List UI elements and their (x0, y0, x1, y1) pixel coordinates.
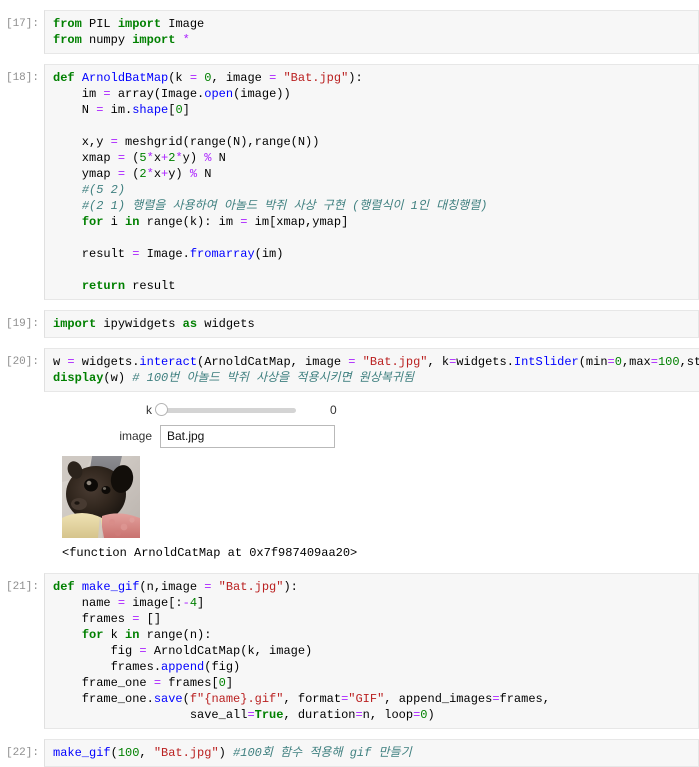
cell-spacer (0, 338, 699, 348)
cell-prompt-19: [19]: (5, 318, 39, 330)
cell-prompt-22: [22]: (5, 747, 39, 759)
widget-output-area: k 0 image Bat.jpg <function ArnoldCatMap… (44, 392, 699, 563)
slider-handle[interactable] (155, 402, 168, 416)
cell-input-18[interactable]: def ArnoldBatMap(k = 0, image = "Bat.jpg… (44, 64, 699, 300)
function-repr-output: <function ArnoldCatMap at 0x7f987409aa20… (62, 546, 358, 560)
cell-spacer (0, 563, 699, 573)
cell-spacer (0, 300, 699, 310)
notebook-cell-19[interactable]: [19]: import ipywidgets as widgets (0, 310, 699, 338)
code-block-21[interactable]: def make_gif(n,image = "Bat.jpg"): name … (53, 579, 692, 723)
cell-input-17[interactable]: from PIL import Image from numpy import … (44, 10, 699, 54)
notebook-cell-20[interactable]: [20]: w = widgets.interact(ArnoldCatMap,… (0, 348, 699, 392)
slider-track[interactable] (155, 402, 296, 416)
output-prompt-spacer (0, 392, 44, 398)
slider-widget-row[interactable]: k 0 (66, 398, 693, 422)
cell-input-21[interactable]: def make_gif(n,image = "Bat.jpg"): name … (44, 573, 699, 729)
slider-value: 0 (330, 403, 337, 417)
cell-input-20[interactable]: w = widgets.interact(ArnoldCatMap, image… (44, 348, 699, 392)
slider-label: k (146, 403, 152, 417)
notebook-cell-17[interactable]: [17]: from PIL import Image from numpy i… (0, 10, 699, 54)
notebook-container: [17]: from PIL import Image from numpy i… (0, 0, 699, 767)
text-widget-row[interactable]: image Bat.jpg (66, 424, 693, 448)
code-block-19[interactable]: import ipywidgets as widgets (53, 316, 692, 332)
cell-spacer (0, 54, 699, 64)
cell-prompt-17: [17]: (5, 18, 39, 30)
code-block-18[interactable]: def ArnoldBatMap(k = 0, image = "Bat.jpg… (53, 70, 692, 294)
notebook-cell-21[interactable]: [21]: def make_gif(n,image = "Bat.jpg"):… (0, 573, 699, 729)
code-block-22[interactable]: make_gif(100, "Bat.jpg") #100회 함수 적용해 gi… (53, 745, 692, 761)
text-field-label: image (119, 429, 152, 443)
cell-prompt-20: [20]: (5, 356, 39, 368)
cell-prompt-21: [21]: (5, 581, 39, 593)
bat-image-output (62, 456, 140, 538)
code-block-17[interactable]: from PIL import Image from numpy import … (53, 16, 692, 48)
notebook-output-20: k 0 image Bat.jpg <function ArnoldCatMap… (0, 392, 699, 563)
interactive-widgets: k 0 image Bat.jpg (52, 394, 693, 448)
cell-input-19[interactable]: import ipywidgets as widgets (44, 310, 699, 338)
cell-spacer (0, 0, 699, 10)
code-block-20[interactable]: w = widgets.interact(ArnoldCatMap, image… (53, 354, 699, 386)
cell-input-22[interactable]: make_gif(100, "Bat.jpg") #100회 함수 적용해 gi… (44, 739, 699, 767)
bat-photo-svg (62, 456, 140, 538)
notebook-cell-18[interactable]: [18]: def ArnoldBatMap(k = 0, image = "B… (0, 64, 699, 300)
image-path-input[interactable]: Bat.jpg (160, 424, 335, 448)
cell-prompt-18: [18]: (5, 72, 39, 84)
notebook-cell-22[interactable]: [22]: make_gif(100, "Bat.jpg") #100회 함수 … (0, 739, 699, 767)
cell-spacer (0, 729, 699, 739)
